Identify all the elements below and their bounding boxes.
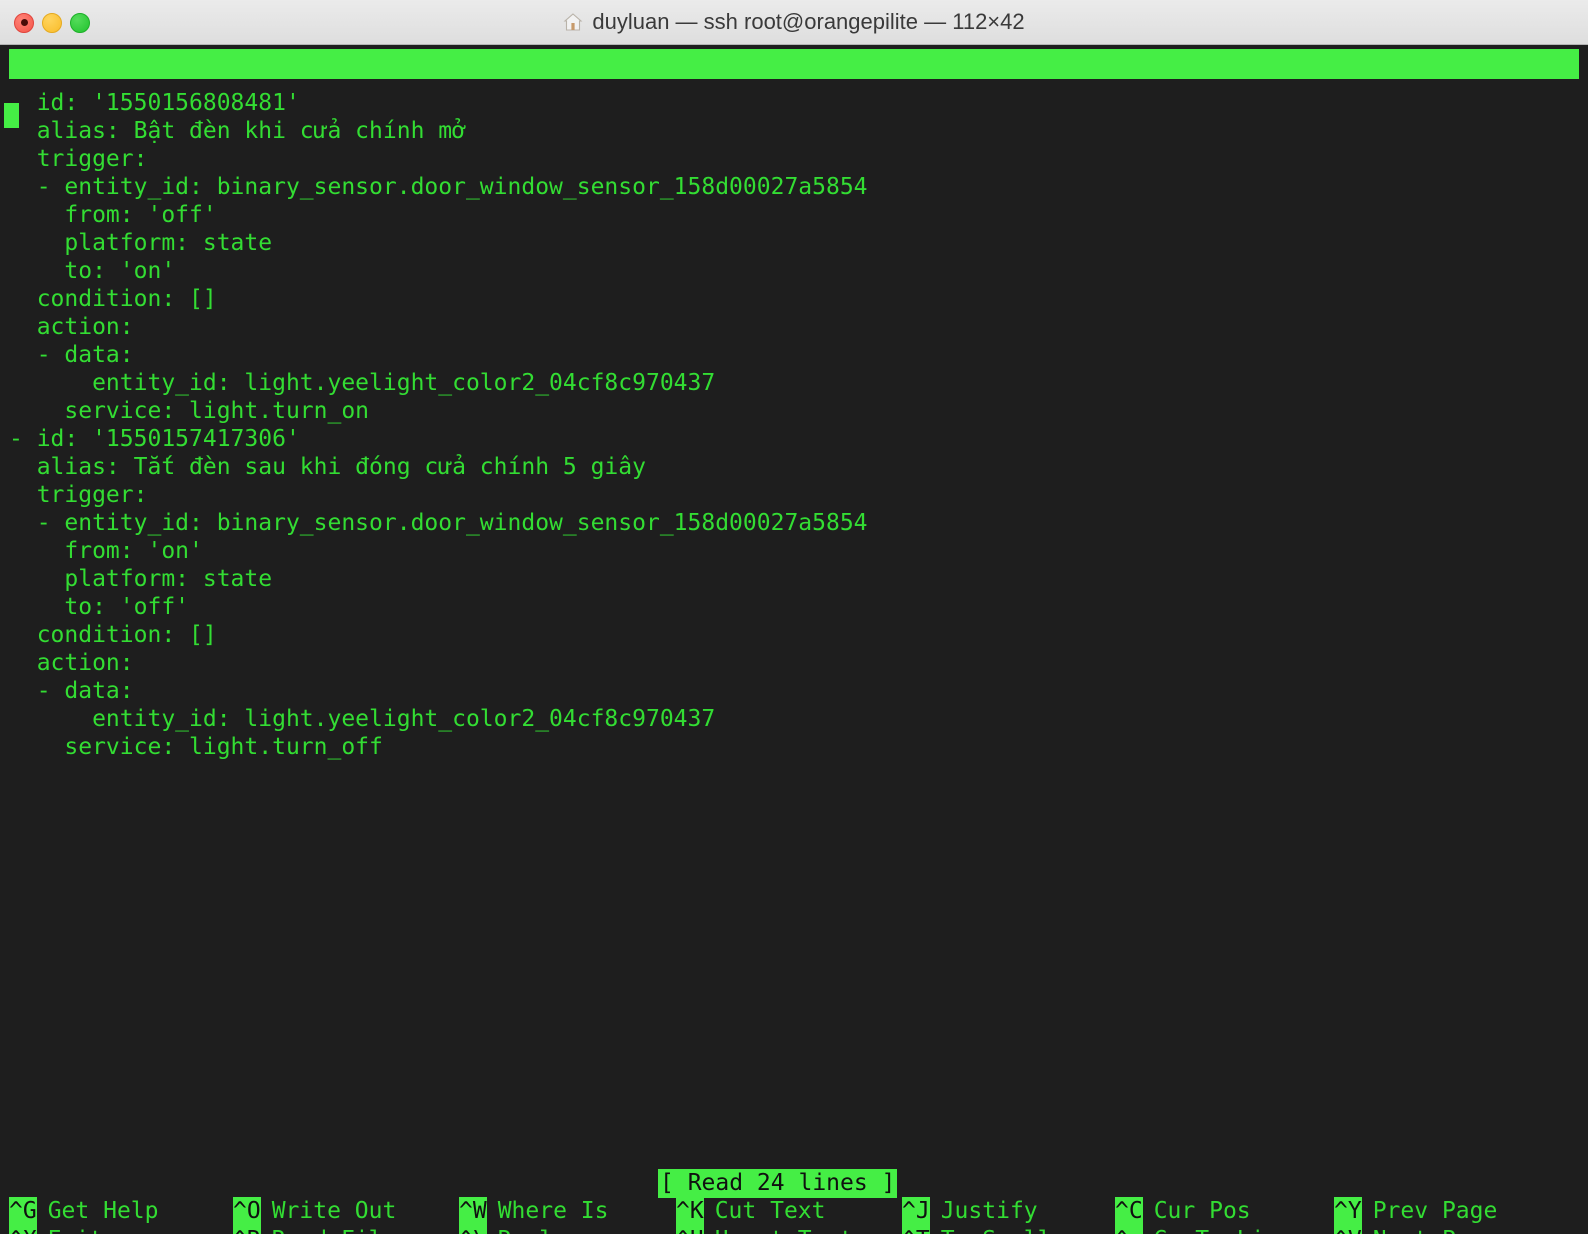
shortcut-cut-text[interactable]: ^KCut Text [676, 1197, 825, 1226]
shortcut-label: Prev Page [1362, 1197, 1498, 1226]
shortcut-get-help[interactable]: ^GGet Help [9, 1197, 158, 1226]
shortcut-key: ^Y [1334, 1197, 1362, 1226]
shortcut-read-file[interactable]: ^RRead File [233, 1226, 396, 1234]
editor-line: platform: state [9, 565, 1579, 593]
shortcut-key: ^R [233, 1226, 261, 1234]
shortcut-where-is[interactable]: ^WWhere Is [459, 1197, 608, 1226]
terminal-body[interactable]: GNU nano 2.7.4 File: automations.yaml id… [0, 45, 1588, 1234]
shortcut-label: Cur Pos [1143, 1197, 1251, 1226]
shortcut-key: ^W [459, 1197, 487, 1226]
shortcut-label: Uncut Text [704, 1226, 853, 1234]
shortcut-label: Replace [487, 1226, 595, 1234]
shortcut-label: Exit [37, 1226, 103, 1234]
editor-line: entity_id: light.yeelight_color2_04cf8c9… [9, 369, 1579, 397]
editor-line: trigger: [9, 145, 1579, 173]
shortcut-cur-pos[interactable]: ^CCur Pos [1115, 1197, 1251, 1226]
editor-line: service: light.turn_on [9, 397, 1579, 425]
shortcut-key: ^\ [459, 1226, 487, 1234]
shortcut-label: To Spell [930, 1226, 1052, 1234]
editor-line: service: light.turn_off [9, 733, 1579, 761]
editor-line: to: 'off' [9, 593, 1579, 621]
editor-line: - data: [9, 677, 1579, 705]
window-title-container: duyluan — ssh root@orangepilite — 112×42 [0, 0, 1588, 45]
shortcut-exit[interactable]: ^XExit [9, 1226, 103, 1234]
editor-text-area[interactable]: id: '1550156808481' alias: Bật đèn khi c… [9, 89, 1579, 1099]
shortcut-label: Where Is [487, 1197, 609, 1226]
shortcut-row-1: ^GGet Help ^OWrite Out ^WWhere Is ^KCut Tex… [9, 1197, 1579, 1226]
shortcut-to-spell[interactable]: ^TTo Spell [902, 1226, 1051, 1234]
shortcut-label: Write Out [261, 1197, 397, 1226]
shortcut-key: ^U [676, 1226, 704, 1234]
shortcut-label: Justify [930, 1197, 1038, 1226]
shortcut-prev-page[interactable]: ^YPrev Page [1334, 1197, 1497, 1226]
editor-line: id: '1550156808481' [9, 89, 1579, 117]
terminal-window: duyluan — ssh root@orangepilite — 112×42… [0, 0, 1588, 1234]
shortcut-key: ^V [1334, 1226, 1362, 1234]
shortcut-next-page[interactable]: ^VNext Page [1334, 1226, 1497, 1234]
editor-line: - data: [9, 341, 1579, 369]
editor-line: trigger: [9, 481, 1579, 509]
shortcut-label: Cut Text [704, 1197, 826, 1226]
editor-line: condition: [] [9, 285, 1579, 313]
shortcut-write-out[interactable]: ^OWrite Out [233, 1197, 396, 1226]
shortcut-footer: ^GGet Help ^OWrite Out ^WWhere Is ^KCut Tex… [9, 1197, 1579, 1234]
shortcut-key: ^G [9, 1197, 37, 1226]
editor-line: action: [9, 313, 1579, 341]
shortcut-key: ^_ [1115, 1226, 1143, 1234]
window-titlebar: duyluan — ssh root@orangepilite — 112×42 [0, 0, 1588, 45]
nano-header-bar: GNU nano 2.7.4 File: automations.yaml [9, 49, 1579, 79]
shortcut-label: Go To Line [1143, 1226, 1292, 1234]
editor-line: to: 'on' [9, 257, 1579, 285]
shortcut-go-to-line[interactable]: ^_Go To Line [1115, 1226, 1292, 1234]
editor-line: from: 'off' [9, 201, 1579, 229]
shortcut-key: ^C [1115, 1197, 1143, 1226]
shortcut-key: ^T [902, 1226, 930, 1234]
editor-line: condition: [] [9, 621, 1579, 649]
shortcut-justify[interactable]: ^JJustify [902, 1197, 1038, 1226]
editor-line: action: [9, 649, 1579, 677]
shortcut-key: ^X [9, 1226, 37, 1234]
home-icon [563, 12, 583, 32]
editor-line: - entity_id: binary_sensor.door_window_s… [9, 509, 1579, 537]
editor-line: - id: '1550157417306' [9, 425, 1579, 453]
status-message: [ Read 24 lines ] [658, 1169, 897, 1198]
shortcut-row-2: ^XExit ^RRead File ^\Replace ^UUncut Text ^T… [9, 1226, 1579, 1234]
editor-line: alias: Tắt đèn sau khi đóng cửa chính 5 … [9, 453, 1579, 481]
shortcut-key: ^O [233, 1197, 261, 1226]
editor-line: from: 'on' [9, 537, 1579, 565]
shortcut-uncut-text[interactable]: ^UUncut Text [676, 1226, 853, 1234]
shortcut-label: Read File [261, 1226, 397, 1234]
editor-line: platform: state [9, 229, 1579, 257]
window-title-text: duyluan — ssh root@orangepilite — 112×42 [592, 9, 1024, 35]
shortcut-label: Next Page [1362, 1226, 1498, 1234]
shortcut-label: Get Help [37, 1197, 159, 1226]
shortcut-key: ^K [676, 1197, 704, 1226]
editor-line: - entity_id: binary_sensor.door_window_s… [9, 173, 1579, 201]
editor-line: alias: Bật đèn khi cửa chính mở [9, 117, 1579, 145]
shortcut-replace[interactable]: ^\Replace [459, 1226, 595, 1234]
shortcut-key: ^J [902, 1197, 930, 1226]
editor-line: entity_id: light.yeelight_color2_04cf8c9… [9, 705, 1579, 733]
